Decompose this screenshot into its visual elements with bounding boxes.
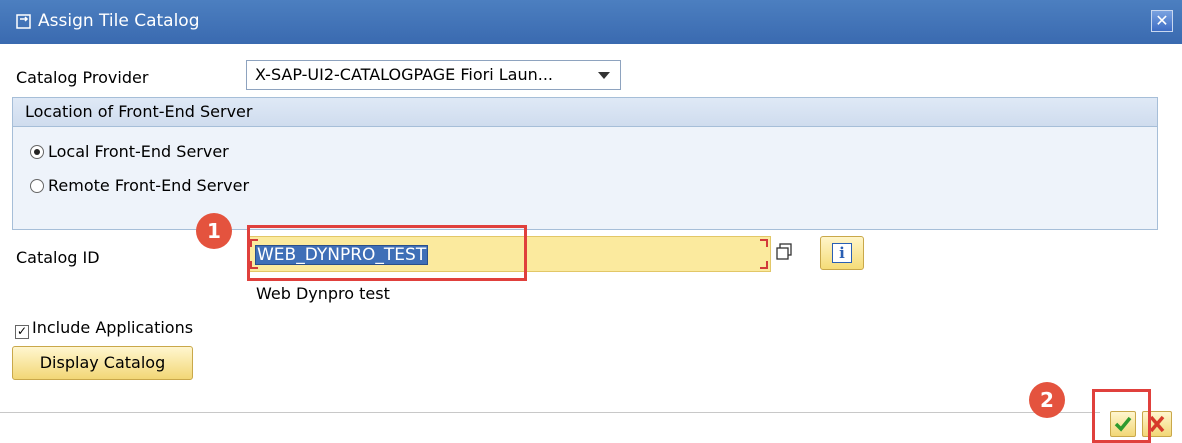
radio-selected-icon (30, 145, 44, 159)
close-button[interactable]: ✕ (1151, 10, 1173, 32)
edit-window-icon (16, 14, 31, 29)
footer-divider (0, 412, 1100, 413)
annotation-badge-1: 1 (196, 213, 232, 249)
radio-remote-front-end-server[interactable]: Remote Front-End Server (30, 176, 249, 195)
close-icon: ✕ (1155, 11, 1169, 30)
annotation-badge-2: 2 (1029, 382, 1065, 418)
radio-local-front-end-server[interactable]: Local Front-End Server (30, 142, 229, 161)
display-catalog-button[interactable]: Display Catalog (12, 346, 193, 380)
required-corner-marker (760, 239, 768, 247)
annotation-highlight-ok-button (1092, 389, 1151, 443)
info-icon: i (832, 243, 852, 263)
catalog-provider-dropdown[interactable]: X-SAP-UI2-CATALOGPAGE Fiori Laun... (246, 60, 621, 90)
dialog-title: Assign Tile Catalog (38, 11, 200, 31)
location-group-box: Location of Front-End Server Local Front… (12, 97, 1158, 230)
location-group-header: Location of Front-End Server (13, 98, 1157, 127)
dialog-title-bar: Assign Tile Catalog ✕ (0, 0, 1182, 44)
checkmark-icon: ✓ (15, 324, 29, 339)
info-button[interactable]: i (820, 236, 864, 270)
catalog-provider-value: X-SAP-UI2-CATALOGPAGE Fiori Laun... (255, 65, 553, 84)
chevron-down-icon (598, 72, 610, 79)
catalog-id-label: Catalog ID (16, 248, 100, 267)
radio-local-label: Local Front-End Server (48, 142, 229, 161)
include-applications-label: Include Applications (32, 318, 194, 337)
catalog-description: Web Dynpro test (256, 284, 390, 303)
annotation-highlight-catalog-id (247, 225, 527, 281)
value-help-icon[interactable] (775, 243, 793, 261)
catalog-provider-label: Catalog Provider (16, 68, 149, 87)
radio-unselected-icon (30, 179, 44, 193)
include-applications-checkbox[interactable]: ✓ Include Applications (15, 318, 193, 339)
radio-remote-label: Remote Front-End Server (48, 176, 250, 195)
required-corner-marker (760, 261, 768, 269)
